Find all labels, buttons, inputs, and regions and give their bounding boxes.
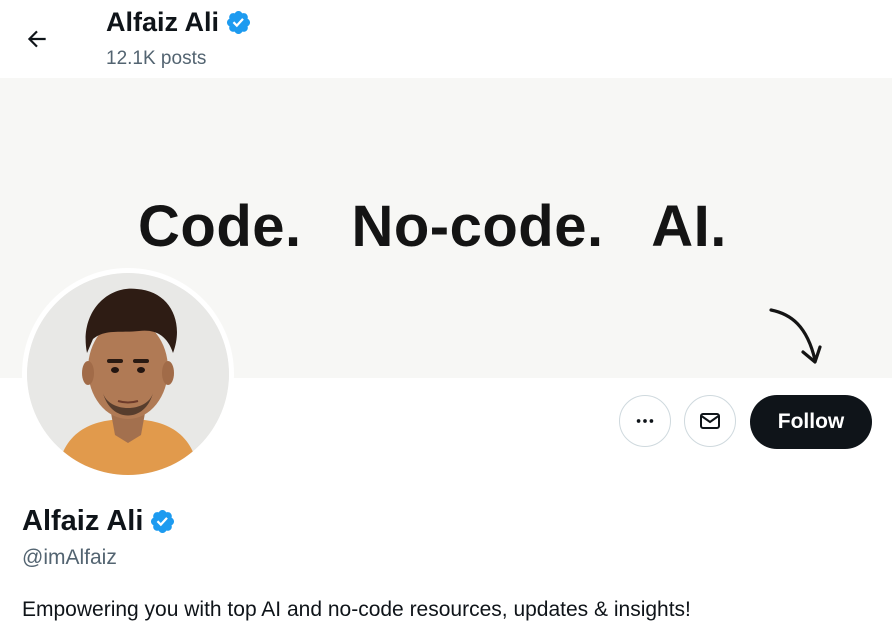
top-bar: Alfaiz Ali 12.1K posts [0, 0, 892, 78]
profile-handle: @imAlfaiz [22, 546, 117, 569]
header-post-count: 12.1K posts [106, 48, 207, 69]
verified-badge-icon [151, 509, 175, 534]
verified-badge-icon [226, 10, 251, 35]
header-name: Alfaiz Ali [106, 7, 220, 37]
profile-bio: Empowering you with top AI and no-code r… [22, 598, 691, 621]
follow-button[interactable]: Follow [750, 395, 872, 449]
header-name-row: Alfaiz Ali [106, 7, 252, 38]
curved-arrow-icon [769, 308, 822, 364]
avatar [27, 273, 229, 475]
back-button[interactable] [18, 20, 56, 58]
profile-name-row: Alfaiz Ali [22, 505, 176, 538]
arrow-left-icon [27, 30, 46, 48]
more-dots-icon [636, 419, 654, 423]
message-button[interactable] [684, 395, 736, 447]
banner-tagline: Code. No-code. AI. [138, 194, 727, 259]
envelope-icon [700, 413, 720, 429]
profile-name: Alfaiz Ali [22, 505, 144, 537]
more-options-button[interactable] [619, 395, 671, 447]
avatar-frame[interactable] [22, 268, 234, 480]
